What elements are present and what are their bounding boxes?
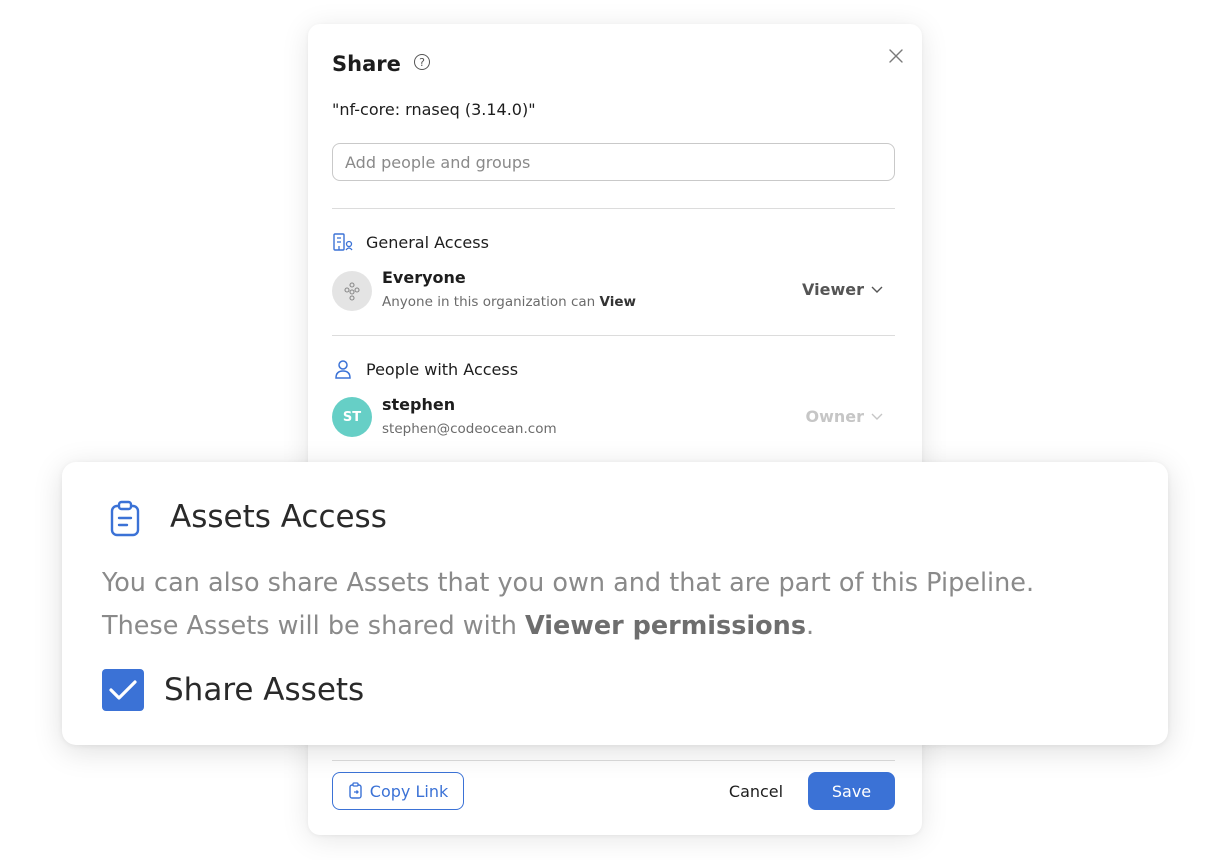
people-access-label: People with Access: [366, 359, 519, 379]
copy-link-label: Copy Link: [369, 781, 449, 801]
assets-desc-line1: You can also share Assets that you own a…: [102, 568, 1035, 598]
everyone-avatar: [332, 271, 372, 311]
assets-access-card: Assets Access You can also share Assets …: [62, 462, 1168, 745]
group-icon: [344, 282, 360, 301]
avatar: ST: [332, 397, 372, 437]
divider: [332, 335, 895, 336]
people-role-dropdown: Owner: [805, 407, 884, 426]
dialog-title: Share: [332, 52, 401, 76]
divider: [332, 208, 895, 209]
add-people-input[interactable]: [332, 143, 895, 181]
assets-desc-line2: These Assets will be shared with Viewer …: [102, 611, 815, 641]
assets-access-description: You can also share Assets that you own a…: [102, 562, 1142, 648]
person-name: stephen: [382, 395, 456, 414]
checkmark-icon: [109, 680, 137, 700]
person-email: stephen@codeocean.com: [382, 421, 557, 437]
copy-link-icon: [349, 782, 362, 799]
share-assets-checkbox-row[interactable]: Share Assets: [102, 668, 364, 712]
building-icon: [333, 233, 353, 251]
avatar-initials: ST: [342, 409, 362, 425]
role-label: Viewer: [802, 280, 864, 299]
general-access-heading: General Access: [332, 231, 489, 253]
shared-item-name: "nf-core: rnaseq (3.14.0)": [332, 100, 536, 119]
clipboard-icon: [110, 500, 140, 537]
cancel-button[interactable]: Cancel: [716, 772, 796, 810]
general-access-role-dropdown[interactable]: Viewer: [802, 280, 884, 299]
general-access-label: General Access: [366, 232, 489, 252]
chevron-down-icon: [871, 413, 883, 420]
user-icon: [335, 360, 351, 379]
assets-access-title: Assets Access: [170, 499, 387, 535]
role-label: Owner: [805, 407, 864, 426]
everyone-name: Everyone: [382, 268, 466, 287]
chevron-down-icon: [871, 286, 883, 293]
share-assets-checkbox[interactable]: [102, 669, 144, 711]
save-button[interactable]: Save: [808, 772, 895, 810]
people-access-heading: People with Access: [332, 358, 518, 380]
close-icon[interactable]: [886, 46, 906, 66]
copy-link-button[interactable]: Copy Link: [332, 772, 464, 810]
divider: [332, 760, 895, 761]
everyone-description: Anyone in this organization can View: [382, 294, 636, 310]
screen: Share ? "nf-core: rnaseq (3.14.0)" Gener…: [0, 0, 1230, 860]
share-assets-label: Share Assets: [164, 672, 365, 708]
question-circle-icon[interactable]: ?: [414, 54, 430, 70]
